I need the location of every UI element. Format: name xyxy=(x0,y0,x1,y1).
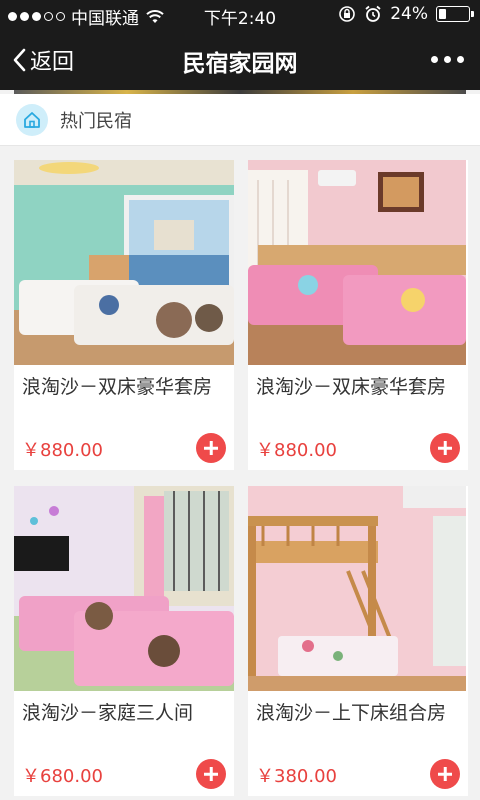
page-title: 民宿家园网 xyxy=(182,51,298,77)
listing-card[interactable]: 浪淘沙－上下床组合房 ￥380.00 xyxy=(248,486,468,796)
listing-name: 浪淘沙－家庭三人间 xyxy=(22,702,194,724)
home-icon xyxy=(16,103,48,136)
add-plus-icon[interactable] xyxy=(430,433,460,463)
listing-card[interactable]: 浪淘沙－家庭三人间 ￥680.00 xyxy=(14,486,234,796)
more-dots-icon[interactable] xyxy=(431,56,464,63)
room-photo[interactable] xyxy=(248,160,468,365)
listing-price: ￥380.00 xyxy=(256,766,337,787)
battery-percent: 24% xyxy=(390,4,428,24)
listing-price: ￥680.00 xyxy=(22,766,103,787)
listing-name: 浪淘沙－上下床组合房 xyxy=(256,702,447,724)
section-title: 热门民宿 xyxy=(60,110,132,132)
add-plus-icon[interactable] xyxy=(430,759,460,789)
add-plus-icon[interactable] xyxy=(196,759,226,789)
room-photo[interactable] xyxy=(14,160,234,365)
listing-price: ￥880.00 xyxy=(22,440,103,461)
listing-price: ￥880.00 xyxy=(256,440,337,461)
battery-icon xyxy=(436,6,474,22)
alarm-icon xyxy=(364,5,382,23)
listing-name: 浪淘沙－双床豪华套房 xyxy=(256,376,447,398)
listing-card[interactable]: 浪淘沙－双床豪华套房 ￥880.00 xyxy=(14,160,234,470)
room-photo[interactable] xyxy=(14,486,234,691)
section-header: 热门民宿 xyxy=(0,94,480,146)
room-photo[interactable] xyxy=(248,486,468,691)
rotation-lock-icon xyxy=(338,5,356,23)
listing-name: 浪淘沙－双床豪华套房 xyxy=(22,376,213,398)
status-right: 24% xyxy=(338,4,474,24)
listing-card[interactable]: 浪淘沙－双床豪华套房 ￥880.00 xyxy=(248,160,468,470)
nav-bar: 返回 民宿家园网 xyxy=(0,30,480,90)
add-plus-icon[interactable] xyxy=(196,433,226,463)
status-bar: 中国联通 下午2:40 24% xyxy=(0,0,480,30)
